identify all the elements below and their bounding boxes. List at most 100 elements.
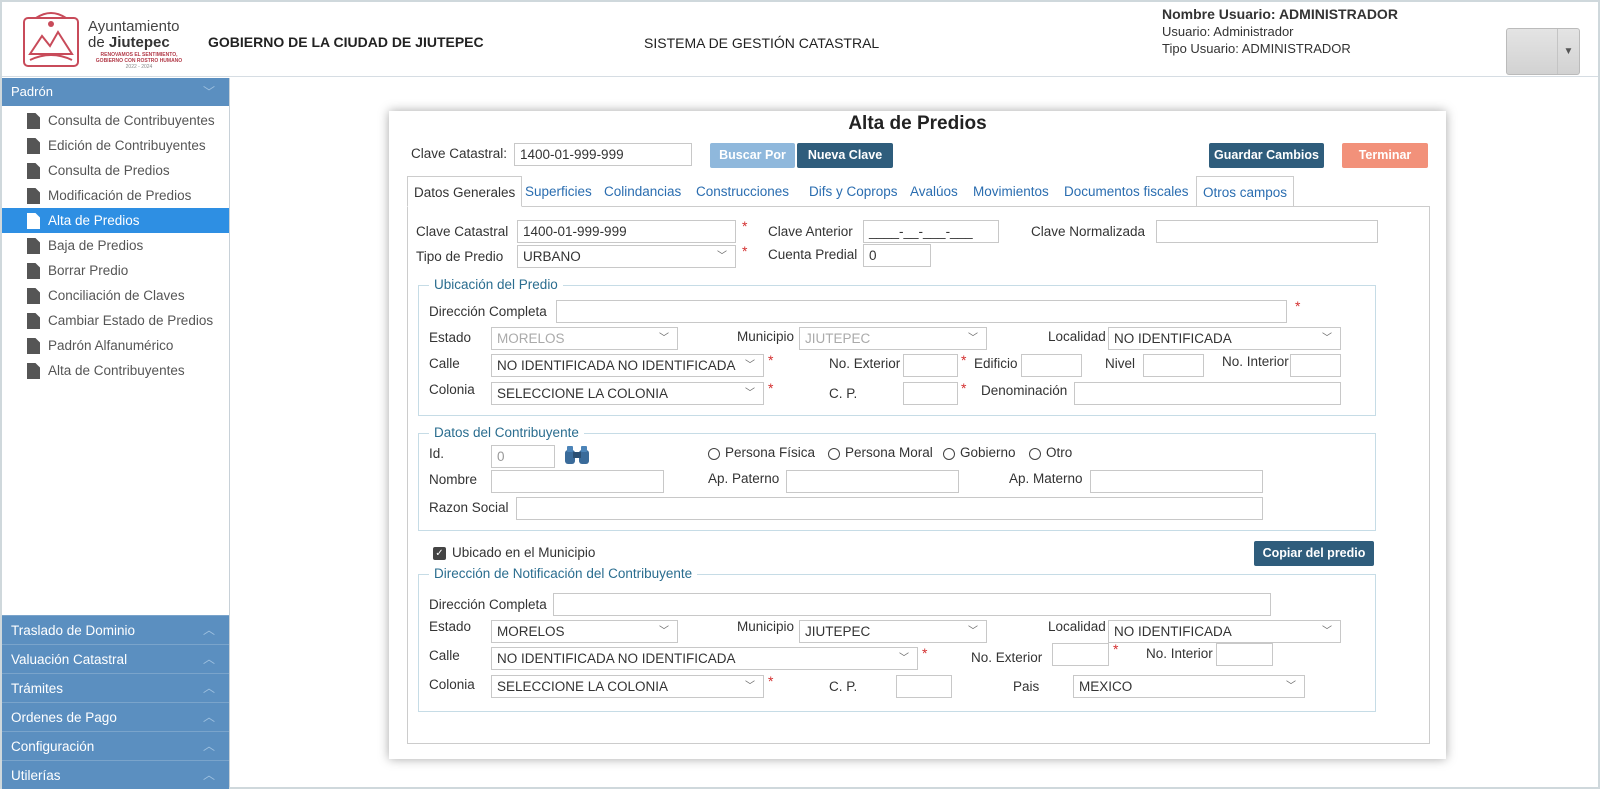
sidebar-item-label: Alta de Contribuyentes [48, 363, 185, 378]
ap-paterno-input[interactable] [786, 470, 959, 493]
user-info: Nombre Usuario: ADMINISTRADOR Usuario: A… [1162, 6, 1398, 57]
tipo-predio-value: URBANO [523, 249, 581, 264]
clave-anterior-input[interactable]: ____-__-___-___ [863, 220, 999, 243]
sidebar-item-borrar-predio[interactable]: Borrar Predio [2, 258, 229, 283]
notif-colonia-select[interactable]: SELECCIONE LA COLONIA ﹀ [491, 675, 764, 698]
chevron-up-icon: ︿ [202, 623, 215, 637]
user-menu-button[interactable]: ▼ [1506, 28, 1580, 75]
ayuntamiento-text: Ayuntamiento [88, 18, 180, 35]
persona-fisica-radio[interactable] [708, 448, 720, 460]
no-interior-input[interactable] [1290, 354, 1341, 377]
tab-documentos-fiscales[interactable]: Documentos fiscales [1058, 176, 1195, 207]
id-input[interactable]: 0 [491, 445, 555, 468]
sidebar-item-cambiar-estado[interactable]: Cambiar Estado de Predios [2, 308, 229, 333]
notif-colonia-label: Colonia [429, 677, 475, 692]
cuenta-predial-input[interactable]: 0 [863, 244, 931, 267]
estado-value: MORELOS [497, 331, 565, 346]
notif-no-exterior-input[interactable] [1052, 643, 1109, 666]
sidebar-section-padron[interactable]: Padrón ﹀ [2, 78, 229, 106]
buscar-por-button[interactable]: Buscar Por [710, 143, 795, 168]
chevron-up-icon: ︿ [202, 681, 215, 695]
gobierno-label: Gobierno [960, 445, 1016, 460]
ubicado-municipio-label: Ubicado en el Municipio [452, 545, 596, 560]
pais-select[interactable]: MEXICO ﹀ [1073, 675, 1305, 698]
tipo-predio-select[interactable]: URBANO ﹀ [517, 245, 736, 268]
nueva-clave-button[interactable]: Nueva Clave [797, 143, 893, 168]
nivel-input[interactable] [1143, 354, 1204, 377]
ubicado-municipio-checkbox[interactable]: ✓ [433, 547, 446, 560]
notif-localidad-select[interactable]: NO IDENTIFICADA ﹀ [1108, 620, 1341, 643]
sidebar-item-alta-contribuyentes[interactable]: Alta de Contribuyentes [2, 358, 229, 383]
chevron-down-icon: ﹀ [1322, 333, 1332, 344]
edificio-label: Edificio [974, 356, 1018, 371]
nombre-input[interactable] [491, 470, 664, 493]
chevron-down-icon: ﹀ [968, 333, 978, 344]
guardar-cambios-button[interactable]: Guardar Cambios [1209, 143, 1324, 168]
sidebar-section-traslado[interactable]: Traslado de Dominio ︿ [2, 615, 229, 644]
otro-radio[interactable] [1029, 448, 1041, 460]
document-icon [27, 163, 40, 179]
estado-select[interactable]: MORELOS ﹀ [491, 327, 678, 350]
notif-municipio-label: Municipio [737, 619, 795, 634]
sidebar-item-label: Consulta de Predios [48, 163, 170, 178]
notif-calle-select[interactable]: NO IDENTIFICADA NO IDENTIFICADA ﹀ [491, 647, 918, 670]
calle-select[interactable]: NO IDENTIFICADA NO IDENTIFICADA ﹀ [491, 354, 764, 377]
sidebar-section-valuacion[interactable]: Valuación Catastral ︿ [2, 644, 229, 673]
copiar-del-predio-button[interactable]: Copiar del predio [1254, 541, 1374, 566]
sidebar-item-consulta-predios[interactable]: Consulta de Predios [2, 158, 229, 183]
razon-social-input[interactable] [516, 497, 1263, 520]
cp-label: C. P. [829, 386, 858, 401]
tipo-predio-label: Tipo de Predio [416, 249, 504, 264]
notif-cp-input[interactable] [896, 675, 952, 698]
sidebar-section-tramites[interactable]: Trámites ︿ [2, 673, 229, 702]
sidebar-item-label: Conciliación de Claves [48, 288, 185, 303]
terminar-button[interactable]: Terminar [1342, 143, 1428, 168]
denominacion-input[interactable] [1074, 382, 1341, 405]
top-header: Ayuntamiento de Jiutepec RENOVAMOS EL SE… [2, 2, 1598, 77]
sidebar-section-utilerias[interactable]: Utilerías ︿ [2, 760, 229, 789]
tab-avaluos[interactable]: Avalúos [904, 176, 964, 207]
tab-difs-coprops[interactable]: Difs y Coprops [803, 176, 904, 207]
chevron-down-icon: ﹀ [745, 388, 755, 399]
localidad-select[interactable]: NO IDENTIFICADA ﹀ [1108, 327, 1341, 350]
clave-catastral-top-input[interactable]: 1400-01-999-999 [514, 143, 692, 166]
municipio-select[interactable]: JIUTEPEC ﹀ [799, 327, 987, 350]
binoculars-search-icon[interactable] [563, 444, 591, 468]
sidebar-item-modificacion-predios[interactable]: Modificación de Predios [2, 183, 229, 208]
document-icon [27, 213, 40, 229]
ap-materno-input[interactable] [1090, 470, 1263, 493]
clave-catastral-input[interactable]: 1400-01-999-999 [517, 220, 736, 243]
tab-otros-campos[interactable]: Otros campos [1196, 176, 1295, 207]
sidebar-section-configuracion[interactable]: Configuración ︿ [2, 731, 229, 760]
tab-content-datos-generales: Clave Catastral 1400-01-999-999 * Clave … [407, 207, 1430, 744]
tab-movimientos[interactable]: Movimientos [967, 176, 1055, 207]
notif-direccion-input[interactable] [553, 593, 1271, 616]
denominacion-label: Denominación [981, 383, 1068, 398]
tab-datos-generales[interactable]: Datos Generales [407, 176, 523, 207]
no-exterior-input[interactable] [903, 354, 958, 377]
sidebar-section-ordenes-pago[interactable]: Ordenes de Pago ︿ [2, 702, 229, 731]
sidebar-item-consulta-contribuyentes[interactable]: Consulta de Contribuyentes [2, 108, 229, 133]
sidebar-item-conciliacion-claves[interactable]: Conciliación de Claves [2, 283, 229, 308]
chevron-down-icon: ﹀ [745, 360, 755, 371]
cp-input[interactable] [903, 382, 958, 405]
notif-no-interior-input[interactable] [1216, 643, 1273, 666]
chevron-down-icon: ﹀ [202, 85, 215, 99]
required-mark: * [1113, 641, 1119, 657]
sidebar-item-alta-predios[interactable]: Alta de Predios [2, 208, 229, 233]
sidebar-item-edicion-contribuyentes[interactable]: Edición de Contribuyentes [2, 133, 229, 158]
tab-construcciones[interactable]: Construcciones [690, 176, 795, 207]
persona-moral-radio[interactable] [828, 448, 840, 460]
tab-colindancias[interactable]: Colindancias [598, 176, 687, 207]
sidebar-item-padron-alfanumerico[interactable]: Padrón Alfanumérico [2, 333, 229, 358]
notif-estado-select[interactable]: MORELOS ﹀ [491, 620, 678, 643]
edificio-input[interactable] [1021, 354, 1082, 377]
direccion-input[interactable] [556, 300, 1287, 323]
colonia-select[interactable]: SELECCIONE LA COLONIA ﹀ [491, 382, 764, 405]
gobierno-radio[interactable] [943, 448, 955, 460]
notif-municipio-select[interactable]: JIUTEPEC ﹀ [799, 620, 987, 643]
notif-no-interior-label: No. Interior [1146, 646, 1213, 661]
tab-superficies[interactable]: Superficies [519, 176, 598, 207]
clave-normalizada-input[interactable] [1156, 220, 1378, 243]
sidebar-item-baja-predios[interactable]: Baja de Predios [2, 233, 229, 258]
